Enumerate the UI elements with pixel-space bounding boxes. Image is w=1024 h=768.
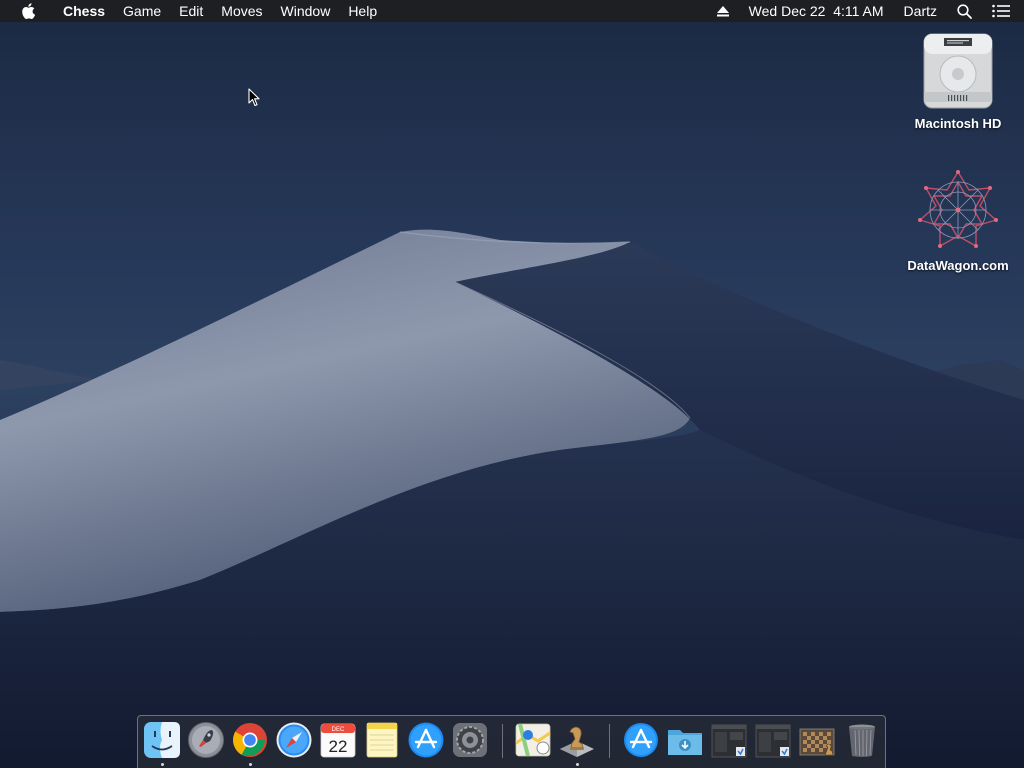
- downloads-folder-icon[interactable]: [666, 721, 704, 759]
- maps-icon[interactable]: [514, 721, 552, 759]
- hard-drive-icon: [923, 33, 993, 109]
- calendar-month-label: DEC: [332, 727, 345, 733]
- dock-separator: [502, 724, 503, 758]
- desktop[interactable]: Chess Game Edit Moves Window Help Wed De…: [0, 0, 1024, 768]
- desktop-icon-macintosh-hd[interactable]: Macintosh HD: [898, 32, 1018, 131]
- eject-icon[interactable]: [707, 0, 739, 22]
- dock: DEC 22: [137, 715, 886, 768]
- menu-moves[interactable]: Moves: [212, 0, 271, 22]
- menu-bar-left: Chess Game Edit Moves Window Help: [0, 0, 386, 22]
- dock-separator: [609, 724, 610, 758]
- menu-app-name[interactable]: Chess: [54, 0, 114, 22]
- menu-window[interactable]: Window: [272, 0, 340, 22]
- menu-help[interactable]: Help: [339, 0, 386, 22]
- menu-game[interactable]: Game: [114, 0, 170, 22]
- mouse-cursor-icon: [248, 88, 260, 107]
- screenshot-icon[interactable]: [754, 721, 792, 759]
- clock-datetime[interactable]: Wed Dec 22 4:11 AM: [739, 0, 894, 22]
- screenshot-icon[interactable]: [710, 721, 748, 759]
- desktop-icon-label: DataWagon.com: [907, 258, 1009, 273]
- chess-icon[interactable]: [558, 721, 596, 759]
- desktop-icon-datawagon[interactable]: DataWagon.com: [898, 168, 1018, 273]
- menu-bar: Chess Game Edit Moves Window Help Wed De…: [0, 0, 1024, 22]
- safari-icon[interactable]: [275, 721, 313, 759]
- notes-icon[interactable]: [363, 721, 401, 759]
- chrome-icon[interactable]: [231, 721, 269, 759]
- chess-board-window-icon[interactable]: [798, 721, 836, 759]
- network-share-icon: [918, 170, 998, 248]
- trash-icon[interactable]: [843, 721, 881, 759]
- finder-icon[interactable]: [143, 721, 181, 759]
- app-store-download-icon[interactable]: [622, 721, 660, 759]
- spotlight-search-icon[interactable]: [947, 0, 982, 22]
- system-preferences-icon[interactable]: [451, 721, 489, 759]
- apple-logo-icon[interactable]: [18, 0, 38, 22]
- running-indicator: [576, 763, 579, 766]
- notification-center-icon[interactable]: [982, 0, 1024, 22]
- running-indicator: [161, 763, 164, 766]
- user-account-menu[interactable]: Dartz: [894, 0, 947, 22]
- running-indicator: [249, 763, 252, 766]
- desktop-icon-label: Macintosh HD: [914, 116, 1002, 131]
- desktop-wallpaper: [0, 0, 1024, 768]
- menu-edit[interactable]: Edit: [170, 0, 212, 22]
- launchpad-icon[interactable]: [187, 721, 225, 759]
- calendar-day-label: 22: [329, 737, 348, 756]
- app-store-icon[interactable]: [407, 721, 445, 759]
- menu-bar-status: Wed Dec 22 4:11 AM Dartz: [707, 0, 1024, 22]
- calendar-icon[interactable]: DEC 22: [319, 721, 357, 759]
